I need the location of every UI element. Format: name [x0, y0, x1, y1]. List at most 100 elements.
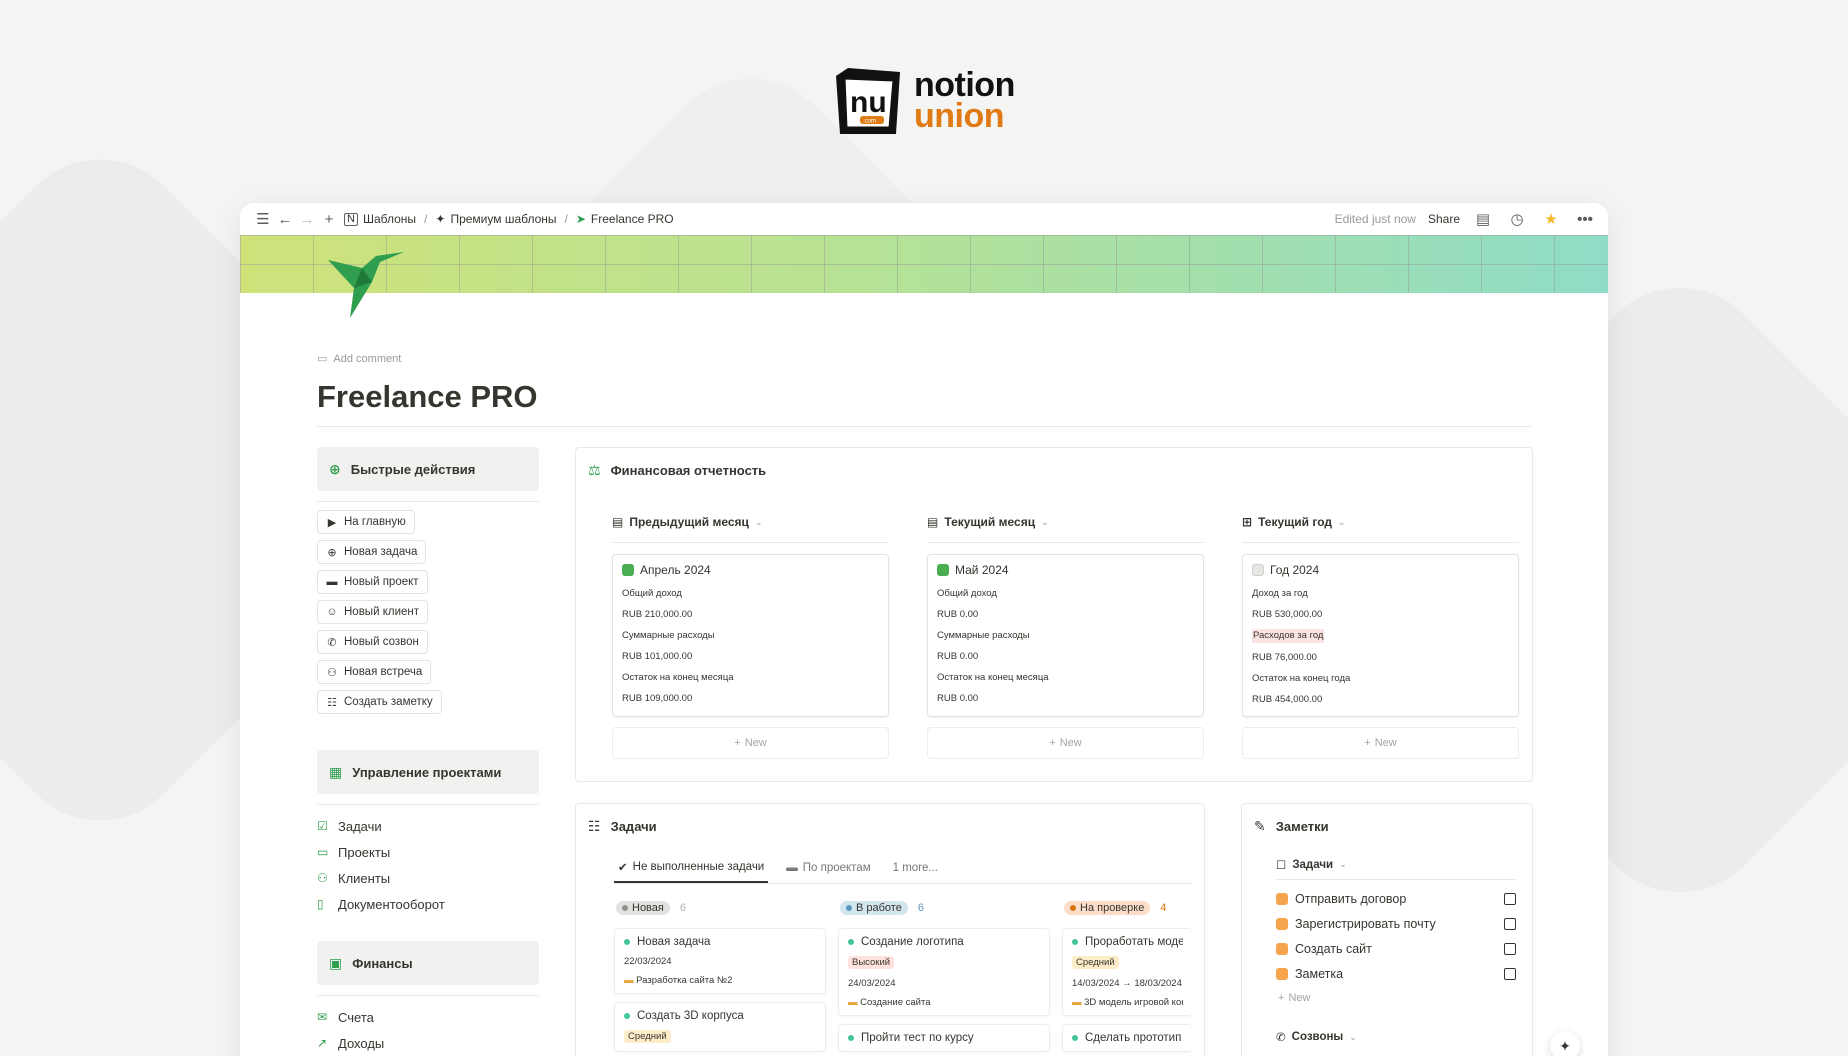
task-name: Проработать модель [1085, 936, 1183, 948]
note-checkbox[interactable] [1504, 917, 1516, 930]
note-icon [1276, 942, 1288, 955]
status-badge: На проверке [1064, 901, 1151, 915]
breadcrumb-item[interactable]: Шаблоны [363, 212, 416, 226]
note-icon [1276, 892, 1288, 905]
back-arrow-icon[interactable]: ← [274, 208, 296, 230]
button-label: Новая встреча [344, 666, 423, 678]
label: Суммарные расходы [622, 630, 715, 641]
task-card[interactable]: Создание логотипа Высокий 24/03/2024 ▬ С… [838, 928, 1050, 1016]
note-checkbox[interactable] [1504, 967, 1516, 980]
board-column-review: На проверке 4 Проработать модель Средний… [1062, 896, 1192, 1052]
status-dot-icon [1072, 1035, 1078, 1041]
button-home[interactable]: ▶ На главную [317, 510, 415, 534]
finance-card[interactable]: Апрель 2024 Общий доход RUB 210,000.00 С… [612, 554, 889, 717]
new-note-button[interactable]: + New [1276, 986, 1516, 1010]
page-title[interactable]: Freelance PRO [317, 379, 1531, 415]
project-name: Создание сайта [860, 997, 931, 1008]
board-column-in-progress: В работе 6 Создание логотипа Высокий 24/… [838, 896, 1050, 1052]
calls-view-selector[interactable]: ✆ Созвоны ⌄ [1276, 1030, 1516, 1044]
add-comment[interactable]: ▭ Add comment [317, 352, 1531, 366]
new-label: New [1059, 737, 1082, 749]
view-selector[interactable]: ▤ Предыдущий месяц ⌄ [612, 512, 889, 543]
label: Остаток на конец года [1252, 673, 1351, 684]
kanban-board: Новая 6 Новая задача 22/03/2024 ▬ Разраб… [614, 896, 1192, 1052]
checklist-icon: ☷ [327, 696, 337, 709]
history-icon[interactable]: ◷ [1506, 208, 1528, 230]
link-invoices[interactable]: ✉ Счета [317, 1004, 539, 1030]
tasks-tabs: ✔ Не выполненные задачи ▬ По проектам 1 mo… [614, 854, 1192, 884]
calendar-grey-icon [1252, 564, 1264, 576]
note-item[interactable]: Создать сайт [1276, 936, 1516, 961]
button-new-client[interactable]: ☺ Новый клиент [317, 600, 429, 624]
logo-cube-icon: nu .com [830, 64, 904, 138]
calendar-icon: ▤ [612, 515, 624, 529]
phone-icon: ✆ [1276, 1032, 1286, 1044]
plus-icon[interactable]: + [318, 208, 340, 230]
finance-card[interactable]: Год 2024 Доход за год RUB 530,000.00 Рас… [1242, 554, 1519, 717]
note-item[interactable]: Отправить договор [1276, 886, 1516, 911]
button-label: Новая задача [344, 546, 418, 558]
users-icon: ⚇ [317, 871, 328, 885]
breadcrumb-item[interactable]: Премиум шаблоны [450, 212, 556, 226]
task-card[interactable]: Проработать модель Средний 14/03/2024 → … [1062, 928, 1192, 1016]
tab-by-projects[interactable]: ▬ По проектам [782, 853, 874, 883]
tab-label: Не выполненные задачи [632, 861, 765, 873]
task-card[interactable]: Пройти тест по курсу [838, 1024, 1050, 1052]
plus-icon: + [1049, 737, 1056, 749]
new-button[interactable]: + New [612, 727, 889, 759]
finance-columns: ▤ Предыдущий месяц ⌄ Апрель 2024 Общий д… [612, 512, 1519, 759]
tab-incomplete-tasks[interactable]: ✔ Не выполненные задачи [614, 853, 769, 883]
check-circle-icon: ✔ [618, 862, 628, 874]
task-card[interactable]: Создать 3D корпуса Средний [614, 1002, 826, 1052]
menu-icon[interactable]: ☰ [252, 208, 274, 230]
button-create-note[interactable]: ☷ Создать заметку [317, 690, 442, 714]
forward-arrow-icon[interactable]: → [296, 208, 318, 230]
priority-tag: Средний [1072, 956, 1119, 969]
sparkle-icon: ✦ [1559, 1037, 1571, 1054]
share-button[interactable]: Share [1428, 212, 1460, 226]
phone-icon: ✆ [327, 636, 337, 649]
chart-icon: ↗ [317, 1036, 328, 1050]
note-checkbox[interactable] [1504, 942, 1516, 955]
ai-sparkle-button[interactable]: ✦ [1550, 1031, 1580, 1056]
new-label: New [1374, 737, 1397, 749]
finance-card[interactable]: Май 2024 Общий доход RUB 0.00 Суммарные … [927, 554, 1204, 717]
dashboard-icon: ▦ [329, 763, 343, 780]
new-button[interactable]: + New [1242, 727, 1519, 759]
value: RUB 76,000.00 [1252, 652, 1317, 663]
view-selector[interactable]: ⊞ Текущий год ⌄ [1242, 512, 1519, 543]
card-title: Май 2024 [955, 563, 1009, 577]
note-item[interactable]: Зарегистрировать почту [1276, 911, 1516, 936]
button-new-call[interactable]: ✆ Новый созвон [317, 630, 428, 654]
view-selector[interactable]: ☐ Задачи ⌄ [1276, 856, 1516, 880]
link-documents[interactable]: ▯ Документооборот [317, 891, 539, 917]
new-button[interactable]: + New [927, 727, 1204, 759]
button-new-task[interactable]: ⊕ Новая задача [317, 540, 427, 564]
tab-more[interactable]: 1 more... [889, 853, 942, 883]
link-income[interactable]: ↗ Доходы [317, 1030, 539, 1056]
view-selector[interactable]: ▤ Текущий месяц ⌄ [927, 512, 1204, 543]
note-item[interactable]: Заметка [1276, 961, 1516, 986]
breadcrumb-item[interactable]: Freelance PRO [591, 212, 674, 226]
button-label: Создать заметку [344, 696, 433, 708]
button-new-meeting[interactable]: ⚇ Новая встреча [317, 660, 432, 684]
breadcrumb: N Шаблоны / ✦ Премиум шаблоны / ➤ Freela… [344, 212, 674, 226]
link-tasks[interactable]: ☑ Задачи [317, 813, 539, 839]
star-icon[interactable]: ★ [1540, 208, 1562, 230]
topbar-actions: Edited just now Share ▤ ◷ ★ ••• [1335, 208, 1596, 230]
value: RUB 530,000.00 [1252, 609, 1323, 620]
button-new-project[interactable]: ▬ Новый проект [317, 570, 428, 594]
note-checkbox[interactable] [1504, 892, 1516, 905]
task-card[interactable]: Новая задача 22/03/2024 ▬ Разработка сай… [614, 928, 826, 994]
link-projects[interactable]: ▭ Проекты [317, 839, 539, 865]
value: RUB 454,000.00 [1252, 694, 1323, 705]
logo-line2: union [914, 97, 1005, 135]
comment-icon[interactable]: ▤ [1472, 208, 1494, 230]
more-icon[interactable]: ••• [1574, 208, 1596, 230]
plus-icon: + [734, 737, 741, 749]
finance-report-header: ⚖ Финансовая отчетность [576, 448, 1532, 493]
link-label: Документооборот [338, 896, 445, 912]
link-clients[interactable]: ⚇ Клиенты [317, 865, 539, 891]
task-card[interactable]: Сделать прототип [1062, 1024, 1192, 1052]
button-label: Новый созвон [344, 636, 419, 648]
